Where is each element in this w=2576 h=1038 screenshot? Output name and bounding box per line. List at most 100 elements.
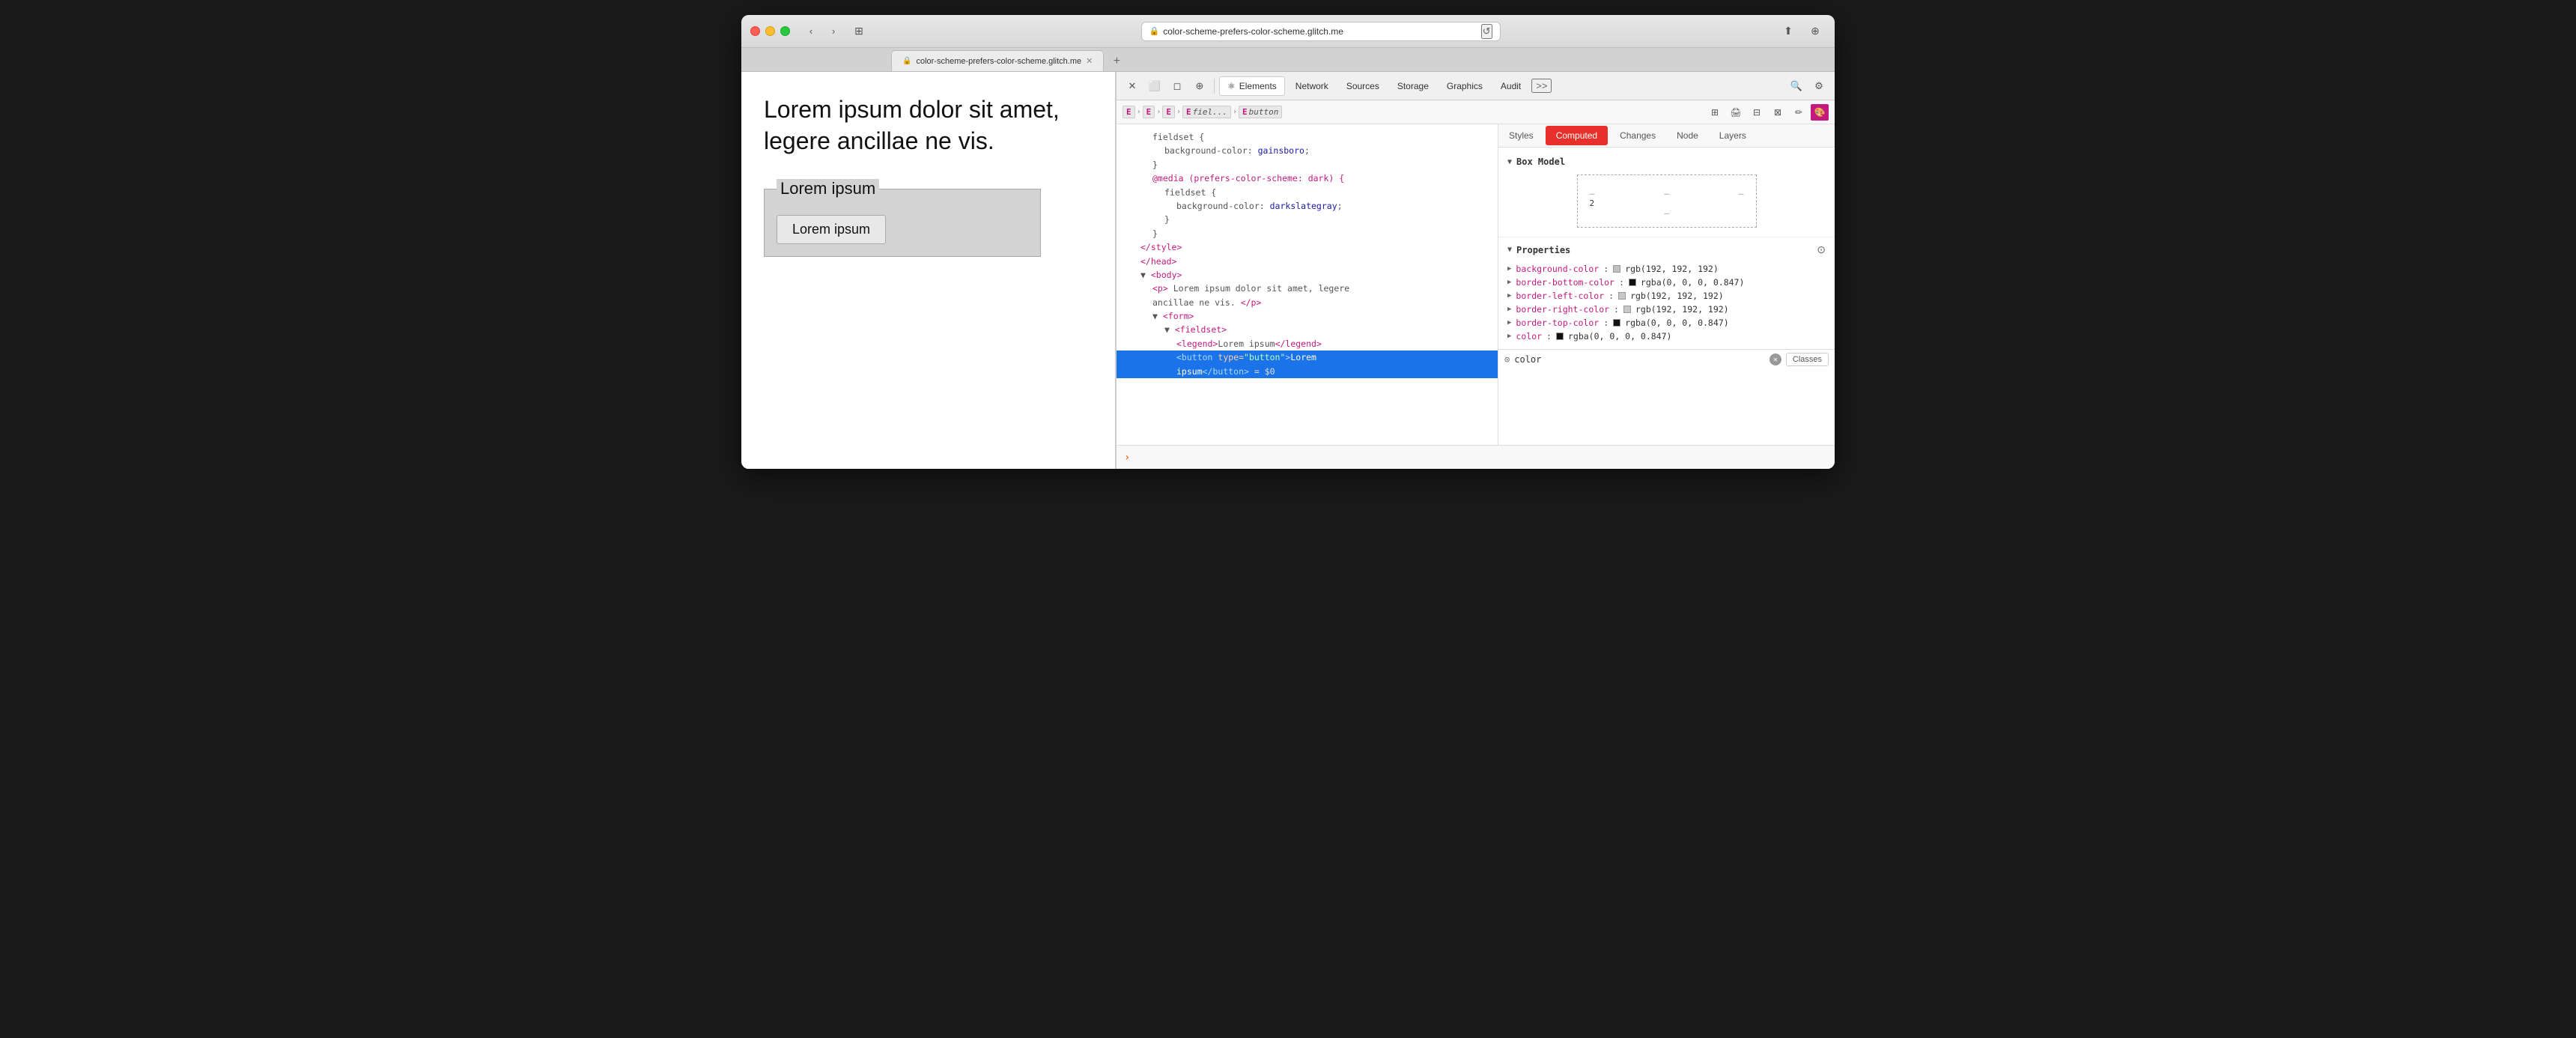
- new-tab-button[interactable]: +: [1107, 52, 1126, 71]
- prop-swatch-3[interactable]: [1618, 292, 1626, 300]
- box-model-header[interactable]: ▼ Box Model: [1507, 157, 1826, 167]
- devtools-close-button[interactable]: ✕: [1123, 76, 1142, 96]
- url-bar[interactable]: 🔒 color-scheme-prefers-color-scheme.glit…: [1141, 22, 1501, 41]
- browser-tab[interactable]: 🔒 color-scheme-prefers-color-scheme.glit…: [891, 50, 1104, 71]
- maximize-button[interactable]: [780, 26, 790, 36]
- prop-expand-3: ▶: [1507, 292, 1511, 300]
- fieldset-demo: Lorem ipsum Lorem ipsum: [764, 179, 1041, 257]
- split-view-button[interactable]: ⊞: [848, 23, 869, 40]
- prop-expand-5: ▶: [1507, 319, 1511, 327]
- grid-tool-button[interactable]: ⊞: [1706, 104, 1724, 121]
- prop-expand-6: ▶: [1507, 333, 1511, 340]
- breadcrumb-item-fiel[interactable]: E fiel...: [1182, 106, 1231, 118]
- tab-storage[interactable]: Storage: [1390, 76, 1436, 96]
- code-line-7: }: [1117, 213, 1498, 226]
- breadcrumb-tag-button: button: [1249, 107, 1279, 117]
- box-model-arrow: ▼: [1507, 158, 1512, 166]
- devtools-inspect-button[interactable]: ⊕: [1190, 76, 1209, 96]
- devtools-undock-button[interactable]: ⬜: [1145, 76, 1164, 96]
- console-input[interactable]: [1136, 452, 1827, 463]
- breadcrumb-item-3[interactable]: E: [1162, 106, 1175, 118]
- property-row-color[interactable]: ▶ color : rgba(0, 0, 0, 0.847): [1507, 330, 1826, 343]
- settings-button[interactable]: ⚙: [1809, 76, 1829, 96]
- minimize-button[interactable]: [765, 26, 775, 36]
- prop-name-6: color: [1516, 331, 1542, 342]
- tab-computed[interactable]: Computed: [1546, 126, 1608, 145]
- search-button[interactable]: 🔍: [1787, 76, 1806, 96]
- classes-button[interactable]: Classes: [1786, 353, 1829, 366]
- tab-sources[interactable]: Sources: [1339, 76, 1387, 96]
- prop-swatch-5[interactable]: [1613, 319, 1620, 327]
- tab-node[interactable]: Node: [1666, 124, 1709, 147]
- back-button[interactable]: ‹: [801, 23, 821, 40]
- devtools-panel: ✕ ⬜ ◻ ⊕ ⚛ Elements Network Sources Stora…: [1116, 72, 1835, 469]
- code-line-18[interactable]: ipsum</button> = $0: [1117, 365, 1498, 378]
- property-row-border-top-color[interactable]: ▶ border-top-color : rgba(0, 0, 0, 0.847…: [1507, 316, 1826, 330]
- tab-close-button[interactable]: ✕: [1086, 56, 1093, 66]
- prop-swatch-1[interactable]: [1613, 265, 1620, 273]
- layout-tool-button[interactable]: ⊠: [1769, 104, 1787, 121]
- tab-styles[interactable]: Styles: [1498, 124, 1544, 147]
- property-row-background-color[interactable]: ▶ background-color : rgb(192, 192, 192): [1507, 262, 1826, 276]
- prop-swatch-6[interactable]: [1556, 333, 1564, 340]
- button-demo[interactable]: Lorem ipsum: [777, 215, 886, 244]
- tab-audit[interactable]: Audit: [1493, 76, 1528, 96]
- close-button[interactable]: [750, 26, 760, 36]
- view-tool-button[interactable]: ⊟: [1748, 104, 1766, 121]
- prop-swatch-2[interactable]: [1629, 279, 1636, 286]
- property-row-border-right-color[interactable]: ▶ border-right-color : rgb(192, 192, 192…: [1507, 303, 1826, 316]
- prop-value-3: rgb(192, 192, 192): [1630, 291, 1724, 301]
- code-panel[interactable]: fieldset { background-color: gainsboro; …: [1117, 124, 1498, 445]
- code-line-5: fieldset {: [1117, 186, 1498, 199]
- devtools-dock-button[interactable]: ◻: [1167, 76, 1187, 96]
- code-line-14: ▼ <form>: [1117, 309, 1498, 323]
- breadcrumb-item-1[interactable]: E: [1123, 106, 1135, 118]
- code-line-11: ▼ <body>: [1117, 268, 1498, 282]
- lock-icon: 🔒: [1149, 26, 1160, 36]
- bm-val: 2: [1590, 198, 1595, 208]
- properties-section: ▼ Properties ⊙ ▶ background-color : rgb(…: [1498, 237, 1835, 349]
- breadcrumb-tag-fiel: fiel...: [1193, 107, 1227, 117]
- filter-input[interactable]: [1514, 354, 1765, 365]
- paint-tool-button[interactable]: ✏: [1790, 104, 1808, 121]
- url-text: color-scheme-prefers-color-scheme.glitch…: [1163, 26, 1343, 37]
- properties-settings-icon[interactable]: ⊙: [1817, 243, 1826, 256]
- breadcrumb-item-2[interactable]: E: [1143, 106, 1155, 118]
- bm-top-left: –: [1590, 189, 1595, 198]
- breadcrumb-e-3: E: [1166, 107, 1171, 117]
- prop-swatch-4[interactable]: [1623, 306, 1631, 313]
- tab-layers[interactable]: Layers: [1709, 124, 1757, 147]
- tab-changes[interactable]: Changes: [1609, 124, 1666, 147]
- tab-elements[interactable]: ⚛ Elements: [1219, 76, 1285, 96]
- properties-header[interactable]: ▼ Properties ⊙: [1507, 243, 1826, 256]
- bm-center-row: 2: [1590, 198, 1744, 208]
- forward-button[interactable]: ›: [823, 23, 844, 40]
- breadcrumb-e-1: E: [1126, 107, 1131, 117]
- nav-buttons: ‹ ›: [801, 23, 844, 40]
- filter-icon: ⊙: [1504, 354, 1510, 365]
- code-line-13: ancillae ne vis. </p>: [1117, 296, 1498, 309]
- tab-graphics[interactable]: Graphics: [1439, 76, 1490, 96]
- box-model-diagram: – – – 2 –: [1577, 174, 1757, 228]
- share-button[interactable]: ⬆: [1778, 23, 1799, 40]
- browser-window: ‹ › ⊞ 🔒 color-scheme-prefers-color-schem…: [741, 15, 1835, 469]
- traffic-lights: [750, 26, 790, 36]
- property-row-border-bottom-color[interactable]: ▶ border-bottom-color : rgba(0, 0, 0, 0.…: [1507, 276, 1826, 289]
- prop-value-1: rgb(192, 192, 192): [1625, 264, 1719, 274]
- code-line-17[interactable]: <button type="button">Lorem: [1117, 350, 1498, 364]
- prop-name-4: border-right-color: [1516, 304, 1609, 315]
- breadcrumb-tools: ⊞ 🖨 ⊟ ⊠ ✏ 🎨: [1706, 104, 1829, 121]
- bm-top-right: –: [1739, 189, 1744, 198]
- breadcrumb-item-button[interactable]: E button: [1239, 106, 1282, 118]
- breadcrumb-arrow-4: ›: [1233, 108, 1237, 116]
- tab-network[interactable]: Network: [1288, 76, 1336, 96]
- code-line-1: fieldset {: [1117, 130, 1498, 144]
- filter-clear-button[interactable]: ✕: [1770, 353, 1781, 365]
- property-row-border-left-color[interactable]: ▶ border-left-color : rgb(192, 192, 192): [1507, 289, 1826, 303]
- tab-label: color-scheme-prefers-color-scheme.glitch…: [916, 57, 1081, 66]
- more-tabs-button[interactable]: >>: [1531, 79, 1552, 93]
- print-tool-button[interactable]: 🖨: [1727, 104, 1745, 121]
- reload-button[interactable]: ↺: [1481, 24, 1492, 39]
- color-tool-button[interactable]: 🎨: [1811, 104, 1829, 121]
- new-tab-toolbar-button[interactable]: ⊕: [1805, 23, 1826, 40]
